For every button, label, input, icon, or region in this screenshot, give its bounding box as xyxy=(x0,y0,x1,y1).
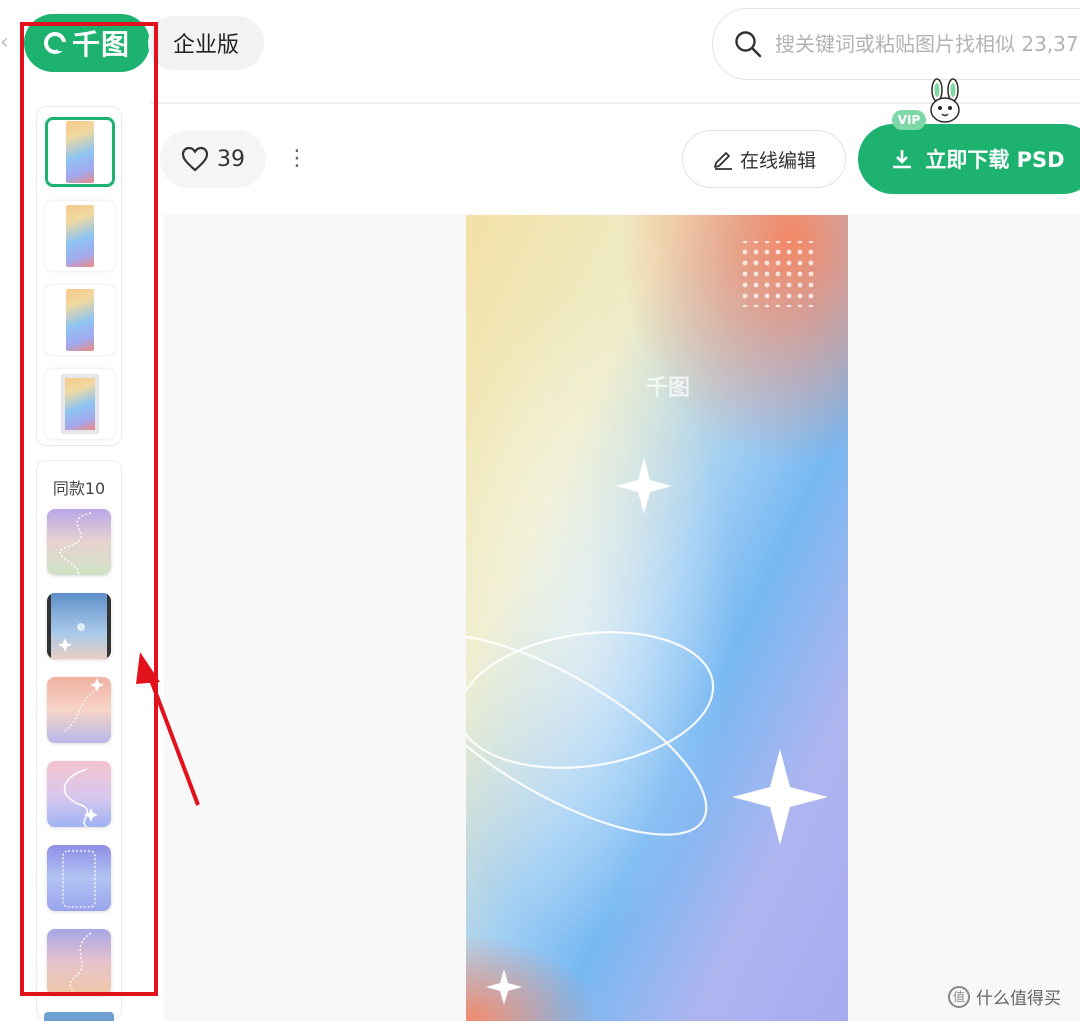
same-style-thumb-pink-swirl[interactable] xyxy=(47,761,111,827)
next-thumbnail-partial[interactable] xyxy=(44,1012,114,1021)
same-style-thumb-blue-phone[interactable] xyxy=(47,593,111,659)
same-style-thumb-pastel-wave[interactable] xyxy=(47,509,111,575)
bunny-mascot-icon xyxy=(930,78,960,123)
version-thumb-active[interactable] xyxy=(45,117,115,187)
version-thumb[interactable] xyxy=(45,201,115,271)
logo-text: 千图 xyxy=(71,28,130,61)
like-count: 39 xyxy=(217,146,245,172)
online-edit-button[interactable]: 在线编辑 xyxy=(682,130,846,188)
search-input[interactable] xyxy=(773,31,1080,57)
version-thumb[interactable] xyxy=(45,369,115,439)
framed-poster-thumbnail xyxy=(61,374,99,434)
same-style-thumb-sunset-stars[interactable] xyxy=(47,677,111,743)
online-edit-label: 在线编辑 xyxy=(739,149,816,172)
logo-mark-icon xyxy=(43,32,67,54)
site-logo[interactable]: 千图 xyxy=(24,14,150,72)
enterprise-button[interactable]: 企业版 xyxy=(148,16,264,70)
annotation-arrow-icon xyxy=(136,652,200,806)
same-style-label: 同款10 xyxy=(52,479,106,498)
search-bar[interactable] xyxy=(712,8,1080,80)
poster-thumbnail xyxy=(66,289,94,351)
same-style-list: 同款10 xyxy=(36,460,122,1020)
heart-icon xyxy=(181,146,209,172)
more-options-icon[interactable]: ⋮ xyxy=(286,144,308,174)
search-icon[interactable] xyxy=(733,29,763,59)
download-label: 立即下载 PSD xyxy=(925,148,1065,172)
same-style-thumb-mauve-curve[interactable] xyxy=(47,929,111,995)
site-badge-icon: 值 xyxy=(948,985,970,1008)
top-bar: ‹ 千图 企业版 xyxy=(0,0,1080,100)
site-watermark-text: 什么值得买 xyxy=(976,989,1061,1009)
version-list xyxy=(36,106,122,446)
back-chevron-icon[interactable]: ‹ xyxy=(0,28,10,58)
poster-thumbnail xyxy=(66,205,94,267)
same-style-thumb-purple-phone[interactable] xyxy=(47,845,111,911)
thumbnail-rail: 同款10 xyxy=(34,104,124,1021)
poster-thumbnail xyxy=(66,121,94,183)
download-psd-button[interactable]: 立即下载 PSD xyxy=(858,124,1080,194)
vip-badge: VIP xyxy=(892,110,926,130)
version-thumb[interactable] xyxy=(45,285,115,355)
like-button[interactable]: 39 xyxy=(160,130,266,188)
pencil-icon xyxy=(714,152,732,170)
site-watermark: 值 什么值得买 xyxy=(948,984,1061,1009)
poster-preview[interactable]: 千图 xyxy=(466,215,848,1021)
watermark-logo: 千图 xyxy=(646,376,691,401)
download-icon xyxy=(893,150,912,169)
